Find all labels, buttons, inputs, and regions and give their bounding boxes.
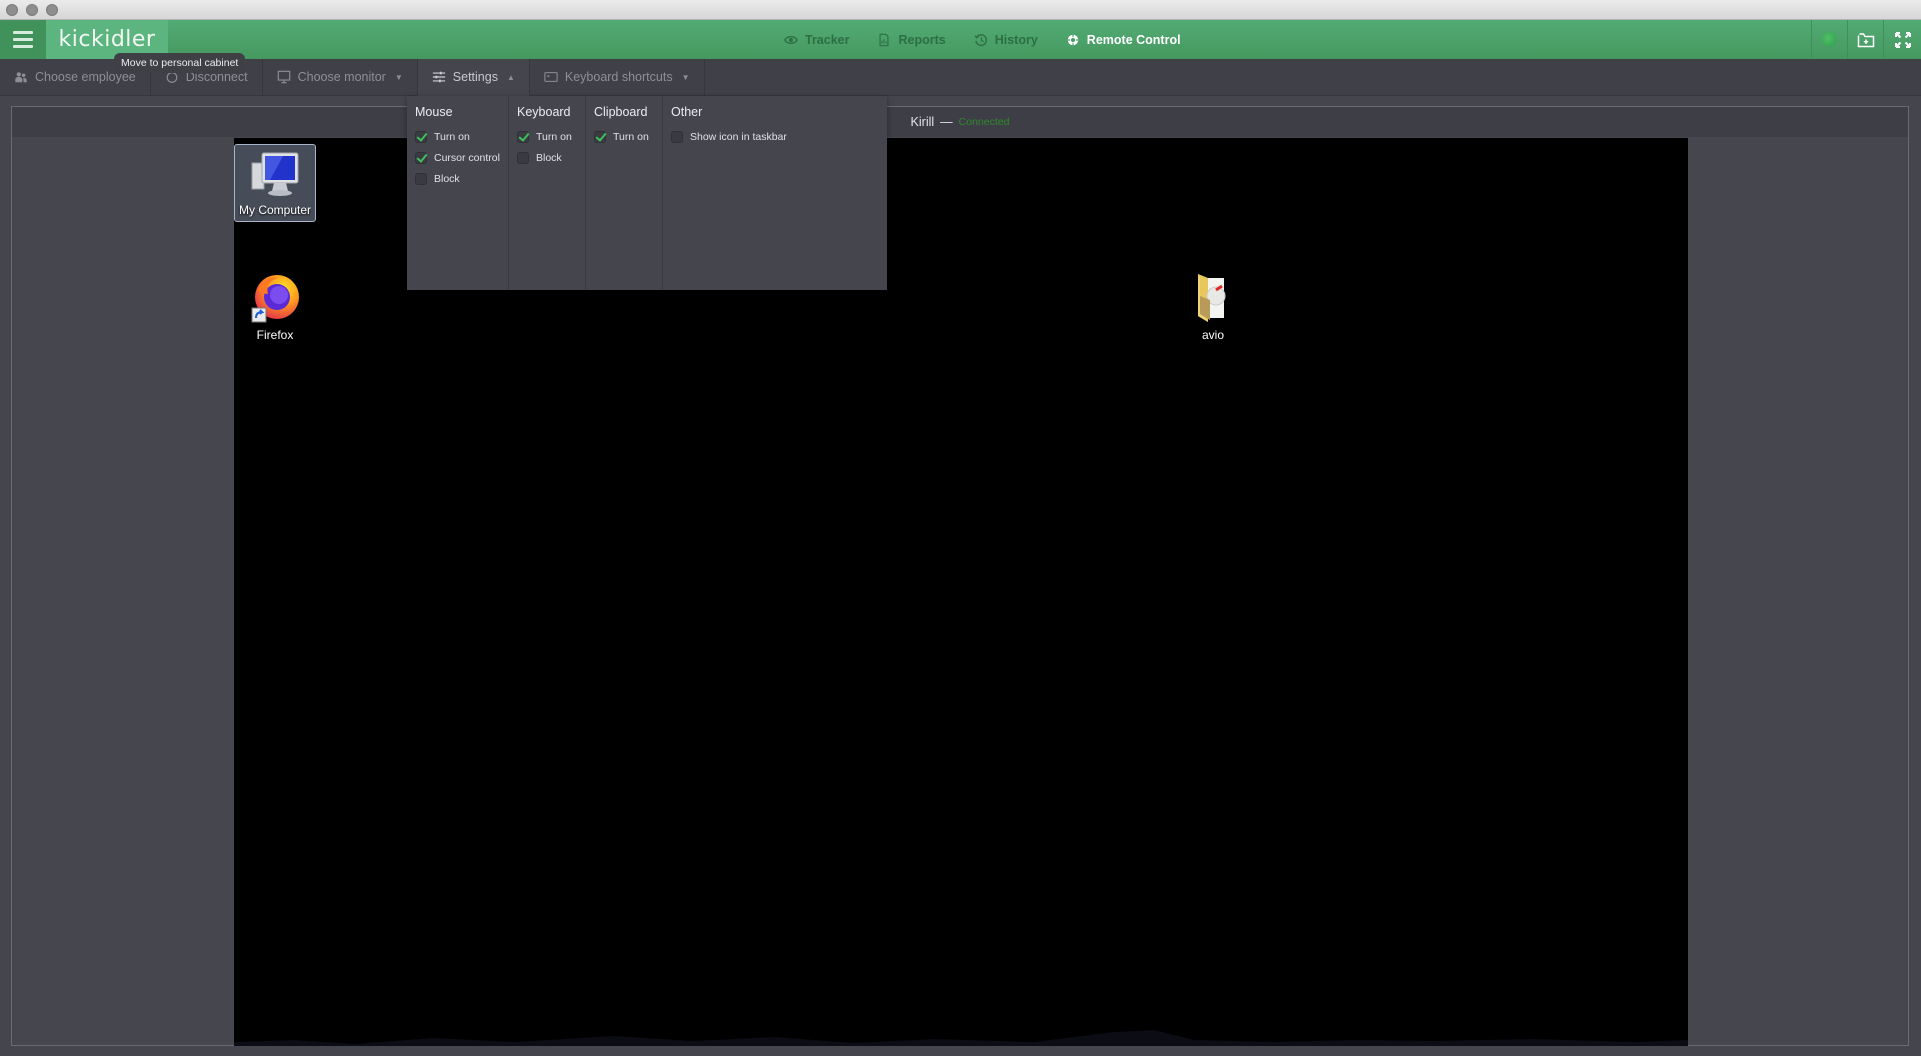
document-icon bbox=[879, 33, 889, 46]
nav-tracker-label: Tracker bbox=[805, 32, 850, 47]
wallpaper-silhouette bbox=[234, 1030, 1688, 1046]
add-folder-button[interactable] bbox=[1847, 20, 1883, 59]
option-label: Block bbox=[536, 151, 562, 164]
choose-monitor-label: Choose monitor bbox=[297, 70, 386, 84]
nav-tracker[interactable]: Tracker bbox=[770, 20, 863, 59]
settings-dropdown-panel: Mouse Turn on Cursor control Block Keybo… bbox=[407, 96, 887, 290]
column-title: Mouse bbox=[415, 105, 453, 119]
nav-history[interactable]: History bbox=[960, 20, 1052, 59]
logo-tooltip: Move to personal cabinet bbox=[114, 53, 246, 73]
header-actions bbox=[1811, 20, 1921, 59]
desktop-icon-my-computer[interactable]: My Computer bbox=[234, 144, 316, 222]
window-titlebar bbox=[0, 0, 1921, 20]
nav-remote-control[interactable]: Remote Control bbox=[1052, 20, 1195, 59]
remote-toolbar: Choose employee Disconnect Choose monito… bbox=[0, 58, 1921, 96]
status-dot-icon bbox=[1822, 32, 1837, 47]
checkbox-checked-icon bbox=[415, 130, 427, 143]
keyboard-shortcuts-dropdown[interactable]: Keyboard shortcuts ▼ bbox=[530, 58, 705, 96]
desktop-icon-label: Firefox bbox=[256, 328, 294, 342]
show-icon-in-taskbar-checkbox[interactable]: Show icon in taskbar bbox=[671, 126, 879, 147]
nav-reports[interactable]: Reports bbox=[863, 20, 959, 59]
users-icon bbox=[15, 72, 27, 83]
session-header: Kirill — Connected bbox=[12, 107, 1908, 137]
main-area: Kirill — Connected My Computer Firefox a… bbox=[0, 96, 1921, 1056]
column-title: Other bbox=[671, 105, 703, 119]
minimize-window-button[interactable] bbox=[26, 4, 38, 16]
caret-down-icon: ▼ bbox=[394, 72, 403, 82]
main-nav: Tracker Reports History Remote Control bbox=[770, 20, 1195, 59]
desktop-icon-label: avio bbox=[1201, 328, 1224, 342]
connection-status bbox=[1811, 20, 1847, 59]
settings-column-mouse: Mouse Turn on Cursor control Block bbox=[407, 96, 509, 290]
checkbox-checked-icon bbox=[517, 130, 529, 143]
settings-column-other: Other Show icon in taskbar bbox=[663, 96, 887, 290]
settings-dropdown[interactable]: Settings ▲ bbox=[417, 58, 530, 96]
zoom-window-button[interactable] bbox=[46, 4, 58, 16]
option-label: Block bbox=[434, 172, 460, 185]
settings-label: Settings bbox=[452, 70, 498, 84]
choose-monitor-dropdown[interactable]: Choose monitor ▼ bbox=[263, 58, 418, 96]
nav-remote-control-label: Remote Control bbox=[1086, 32, 1181, 47]
app-header: kickidler Tracker Reports History Remote… bbox=[0, 20, 1921, 59]
column-title: Keyboard bbox=[517, 105, 571, 119]
column-title: Clipboard bbox=[594, 105, 648, 119]
keyboard-turn-on-checkbox[interactable]: Turn on bbox=[517, 126, 577, 147]
fullscreen-icon bbox=[1894, 31, 1911, 48]
settings-column-keyboard: Keyboard Turn on Block bbox=[509, 96, 586, 290]
firefox-icon bbox=[251, 275, 299, 323]
keyboard-icon bbox=[544, 72, 558, 82]
folder-icon bbox=[1198, 274, 1226, 322]
remote-control-icon bbox=[1067, 34, 1079, 45]
checkbox-unchecked-icon bbox=[671, 130, 683, 143]
monitor-icon bbox=[277, 70, 290, 84]
desktop-icon-firefox[interactable]: Firefox bbox=[234, 270, 316, 342]
history-icon bbox=[974, 33, 987, 46]
remote-session-panel: Kirill — Connected My Computer Firefox a… bbox=[11, 106, 1909, 1046]
sliders-icon bbox=[432, 71, 445, 83]
separator: — bbox=[940, 115, 953, 129]
keyboard-shortcuts-label: Keyboard shortcuts bbox=[564, 70, 673, 84]
checkbox-checked-icon bbox=[415, 151, 427, 164]
eye-icon bbox=[784, 35, 798, 44]
settings-column-clipboard: Clipboard Turn on bbox=[586, 96, 663, 290]
connection-state: Connected bbox=[958, 116, 1010, 128]
option-label: Turn on bbox=[434, 130, 470, 143]
mouse-cursor-control-checkbox[interactable]: Cursor control bbox=[415, 147, 500, 168]
checkbox-unchecked-icon bbox=[517, 151, 529, 164]
option-label: Cursor control bbox=[434, 151, 500, 164]
nav-history-label: History bbox=[994, 32, 1038, 47]
employee-name: Kirill bbox=[910, 115, 935, 129]
caret-up-icon: ▲ bbox=[506, 72, 515, 82]
folder-add-icon bbox=[1857, 32, 1874, 47]
nav-reports-label: Reports bbox=[898, 32, 946, 47]
option-label: Turn on bbox=[613, 130, 649, 143]
checkbox-unchecked-icon bbox=[415, 172, 427, 185]
clipboard-turn-on-checkbox[interactable]: Turn on bbox=[594, 126, 654, 147]
option-label: Turn on bbox=[536, 130, 572, 143]
hamburger-icon bbox=[13, 29, 33, 50]
computer-icon bbox=[251, 152, 299, 196]
desktop-icon-label: My Computer bbox=[238, 203, 312, 217]
mouse-turn-on-checkbox[interactable]: Turn on bbox=[415, 126, 500, 147]
option-label: Show icon in taskbar bbox=[690, 130, 787, 143]
desktop-icon-avio-folder[interactable]: avio bbox=[1172, 270, 1254, 342]
close-window-button[interactable] bbox=[6, 4, 18, 16]
fullscreen-button[interactable] bbox=[1883, 20, 1921, 59]
checkbox-checked-icon bbox=[594, 130, 606, 143]
keyboard-block-checkbox[interactable]: Block bbox=[517, 147, 577, 168]
caret-down-icon: ▼ bbox=[681, 72, 690, 82]
mouse-block-checkbox[interactable]: Block bbox=[415, 168, 500, 189]
menu-button[interactable] bbox=[0, 20, 46, 59]
